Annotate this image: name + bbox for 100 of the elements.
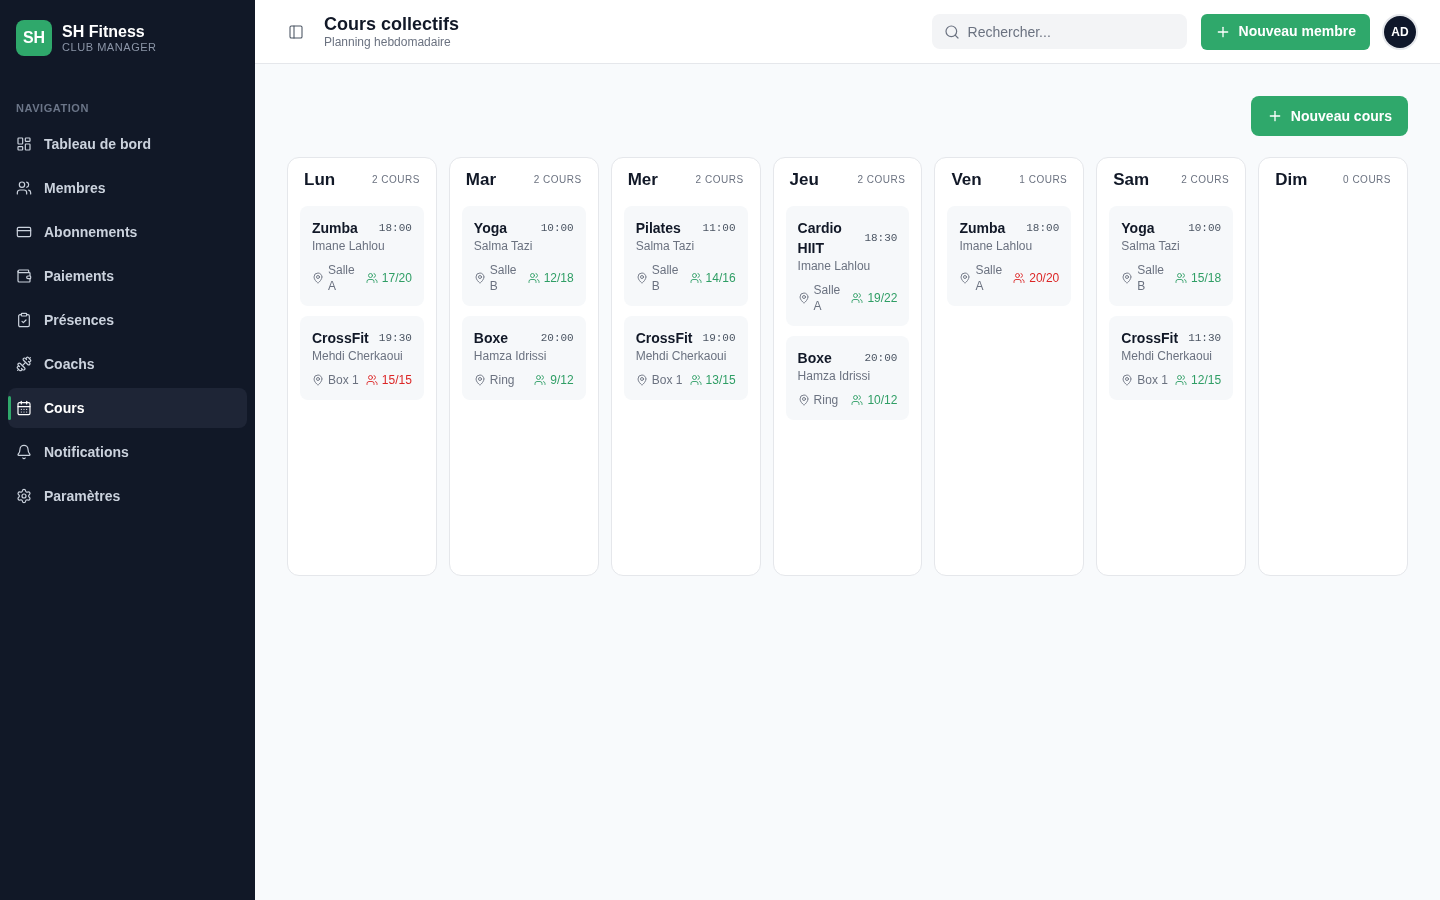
- search-icon: [943, 23, 960, 40]
- clipboard-check-icon: [16, 312, 32, 328]
- coach-name: Hamza Idrissi: [797, 368, 872, 384]
- course-count: 1 COURS: [1019, 174, 1068, 186]
- course-card[interactable]: CrossFit 19:00 Mehdi Cherkaoui Box 1 13/15: [623, 316, 748, 400]
- room-label: Salle B: [1137, 262, 1165, 294]
- course-card[interactable]: Pilates 11:00 Salma Tazi Salle B 14/16: [623, 206, 748, 306]
- course-name: Zumba: [312, 219, 358, 238]
- capacity-count: 10/12: [867, 392, 898, 408]
- day-name: Jeu: [789, 170, 819, 190]
- course-count: 0 COURS: [1343, 174, 1391, 186]
- map-pin-icon: [797, 292, 810, 304]
- wallet-icon: [16, 268, 32, 284]
- room-label: Salle A: [328, 262, 356, 294]
- nav-item[interactable]: Paramètres: [8, 476, 247, 516]
- course-count: 2 COURS: [857, 174, 906, 186]
- course-name: Boxe: [797, 349, 832, 368]
- course-card[interactable]: Yoga 10:00 Salma Tazi Salle B 12/18: [461, 206, 586, 306]
- map-pin-icon: [635, 272, 648, 284]
- room-label: Salle A: [975, 262, 1004, 294]
- sidebar-toggle-button[interactable]: [287, 22, 305, 41]
- map-pin-icon: [473, 374, 486, 386]
- course-count: 2 COURS: [695, 174, 744, 186]
- course-name: Zumba: [959, 219, 1006, 238]
- room-label: Box 1: [1137, 372, 1168, 388]
- nav-item[interactable]: Coachs: [8, 344, 247, 384]
- course-time: 20:00: [864, 351, 898, 365]
- section-label: NAVIGATION: [15, 102, 90, 114]
- capacity-count: 12/18: [543, 270, 574, 286]
- people-icon: [1175, 374, 1188, 386]
- map-pin-icon: [1121, 374, 1134, 386]
- course-card[interactable]: Zumba 18:00 Imane Lahlou Salle A 17/20: [300, 206, 424, 306]
- nav-item[interactable]: Cours: [8, 388, 247, 428]
- capacity-count: 12/15: [1191, 372, 1222, 388]
- logo-tile: SH: [16, 20, 52, 56]
- calendar-icon: [16, 400, 32, 416]
- coach-name: Imane Lahlou: [797, 258, 872, 274]
- search-field[interactable]: Rechercher...: [931, 14, 1187, 49]
- people-icon: [1013, 272, 1026, 284]
- course-card[interactable]: Cardio HIIT 18:30 Imane Lahlou Salle A 19/22: [785, 206, 910, 326]
- people-icon: [851, 394, 864, 406]
- capacity-count: 19/22: [867, 290, 898, 306]
- coach-name: Imane Lahlou: [959, 238, 1034, 254]
- course-time: 18:00: [378, 221, 412, 235]
- map-pin-icon: [635, 374, 648, 386]
- course-name: CrossFit: [1121, 329, 1179, 348]
- people-icon: [527, 272, 540, 284]
- course-name: Cardio HIIT: [797, 219, 843, 258]
- course-count: 2 COURS: [533, 174, 582, 186]
- map-pin-icon: [312, 374, 324, 386]
- coach-name: Salma Tazi: [1121, 238, 1181, 254]
- day-name: Mer: [627, 170, 658, 190]
- map-pin-icon: [312, 272, 324, 284]
- nav-item[interactable]: Présences: [8, 300, 247, 340]
- course-card[interactable]: CrossFit 19:30 Mehdi Cherkaoui Box 1 15/15: [300, 316, 424, 400]
- course-time: 18:30: [864, 231, 898, 245]
- course-name: Yoga: [473, 219, 508, 238]
- course-name: Boxe: [473, 329, 509, 348]
- nav-item[interactable]: Abonnements: [8, 212, 247, 252]
- people-icon: [689, 272, 702, 284]
- day-name: Ven: [951, 170, 982, 190]
- course-count: 2 COURS: [1181, 174, 1230, 186]
- panel-icon: [288, 23, 304, 40]
- page-subtitle: Planning hebdomadaire: [324, 35, 452, 50]
- day-name: Lun: [304, 170, 336, 190]
- people-icon: [365, 374, 378, 386]
- room-label: Salle B: [651, 262, 680, 294]
- brand-tagline: CLUB MANAGER: [62, 40, 157, 54]
- coach-name: Mehdi Cherkaoui: [1121, 348, 1213, 364]
- course-card[interactable]: CrossFit 11:30 Mehdi Cherkaoui Box 1 12/15: [1109, 316, 1234, 400]
- coach-name: Mehdi Cherkaoui: [312, 348, 404, 364]
- room-label: Ring: [489, 372, 515, 388]
- course-name: Yoga: [1121, 219, 1155, 238]
- coach-name: Hamza Idrissi: [473, 348, 548, 364]
- brand-name: SH Fitness: [62, 22, 146, 41]
- course-card[interactable]: Boxe 20:00 Hamza Idrissi Ring 9/12: [461, 316, 586, 400]
- nav-item[interactable]: Tableau de bord: [8, 124, 247, 164]
- room-label: Ring: [813, 392, 839, 408]
- capacity-count: 15/18: [1191, 270, 1222, 286]
- capacity-count: 14/16: [705, 270, 736, 286]
- course-time: 11:30: [1188, 331, 1222, 345]
- coach-name: Mehdi Cherkaoui: [635, 348, 728, 364]
- nav-item[interactable]: Notifications: [8, 432, 247, 472]
- people-icon: [851, 292, 864, 304]
- course-name: CrossFit: [312, 329, 369, 348]
- course-card[interactable]: Zumba 18:00 Imane Lahlou Salle A 20/20: [947, 206, 1072, 306]
- course-card[interactable]: Boxe 20:00 Hamza Idrissi Ring 10/12: [785, 336, 910, 420]
- capacity-count: 9/12: [550, 372, 574, 388]
- avatar[interactable]: AD: [1384, 15, 1416, 48]
- course-time: 10:00: [540, 221, 574, 235]
- people-icon: [534, 374, 547, 386]
- day-name: Dim: [1275, 170, 1308, 190]
- settings-icon: [16, 488, 32, 504]
- nav-item[interactable]: Membres: [8, 168, 247, 208]
- map-pin-icon: [797, 394, 810, 406]
- people-icon: [1175, 272, 1188, 284]
- nav-item[interactable]: Paiements: [8, 256, 247, 296]
- course-card[interactable]: Yoga 10:00 Salma Tazi Salle B 15/18: [1109, 206, 1234, 306]
- users-icon: [16, 180, 32, 196]
- coach-name: Imane Lahlou: [312, 238, 386, 254]
